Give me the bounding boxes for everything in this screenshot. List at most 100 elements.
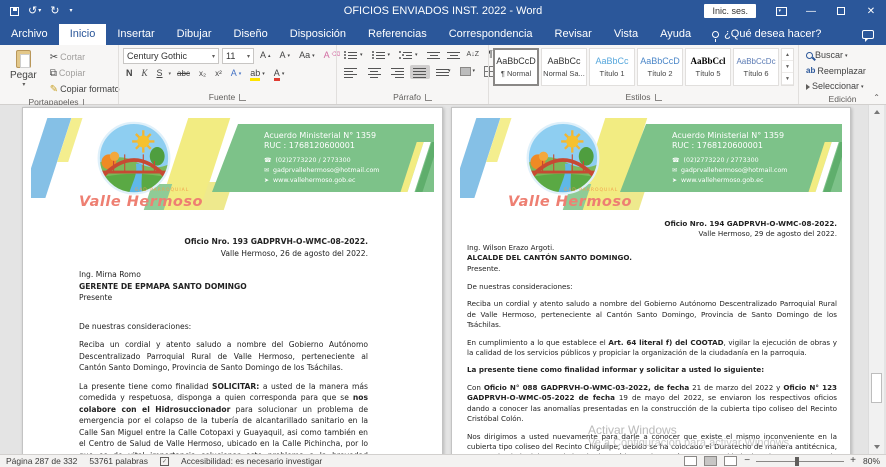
zoom-slider[interactable]: [756, 461, 844, 462]
paragraph[interactable]: La presente tiene como finalidad informa…: [467, 365, 837, 375]
format-painter-button[interactable]: ✎Copiar formato: [47, 82, 123, 97]
zoom-out-icon[interactable]: −: [744, 456, 750, 466]
tab-ayuda[interactable]: Ayuda: [649, 24, 702, 45]
tab-referencias[interactable]: Referencias: [357, 24, 438, 45]
italic-button[interactable]: K: [139, 67, 151, 81]
decrease-indent-icon[interactable]: [424, 49, 441, 60]
styles-scroll-down-icon[interactable]: ▼: [782, 61, 793, 73]
font-size-combobox[interactable]: 11▾: [222, 48, 254, 64]
word-count[interactable]: 53761 palabras: [89, 456, 148, 466]
style-titulo-5[interactable]: AaBbCcl Título 5: [685, 48, 731, 86]
tab-archivo[interactable]: Archivo: [0, 24, 59, 45]
select-button[interactable]: Seleccionar▾: [803, 80, 869, 94]
tell-me-box[interactable]: ¿Qué desea hacer?: [702, 24, 831, 45]
font-color-icon[interactable]: A▾: [271, 68, 288, 80]
highlight-color-icon[interactable]: ab▾: [247, 68, 268, 80]
redo-icon[interactable]: ↻: [50, 6, 59, 17]
align-left-icon[interactable]: [341, 65, 361, 79]
align-center-icon[interactable]: [364, 65, 384, 79]
styles-scroll-up-icon[interactable]: ▲: [782, 49, 793, 61]
find-button[interactable]: Buscar▾: [803, 49, 869, 63]
scroll-down-icon[interactable]: [869, 440, 885, 454]
superscript-icon[interactable]: x²: [212, 68, 225, 80]
multilevel-list-icon[interactable]: ▾: [396, 49, 421, 60]
zoom-slider-thumb[interactable]: [795, 457, 799, 466]
underline-button[interactable]: S: [154, 67, 166, 81]
oficio-header[interactable]: Oficio Nro. 194 GADPRVH-O-WMC-08-2022. V…: [467, 219, 837, 240]
paragraph-dialog-launcher-icon[interactable]: [425, 94, 432, 101]
text-effects-icon[interactable]: A▾: [228, 67, 245, 81]
style-titulo-2[interactable]: AaBbCcD Título 2: [637, 48, 683, 86]
tab-disposicion[interactable]: Disposición: [279, 24, 357, 45]
scrollbar-thumb[interactable]: [871, 373, 882, 403]
tab-vista[interactable]: Vista: [603, 24, 649, 45]
font-dialog-launcher-icon[interactable]: [239, 94, 246, 101]
sort-icon[interactable]: A↓Z: [464, 49, 482, 60]
collapse-ribbon-icon[interactable]: ⌃: [873, 93, 880, 102]
style-titulo-1[interactable]: AaBbCc Título 1: [589, 48, 635, 86]
recipient-block[interactable]: Ing. Wilson Erazo Argoti. ALCALDE DEL CA…: [467, 243, 837, 274]
styles-more-icon[interactable]: ▼: [782, 73, 793, 85]
style-normal[interactable]: AaBbCcD ¶ Normal: [493, 48, 539, 86]
style-normal-sa[interactable]: AaBbCc Normal Sa...: [541, 48, 587, 86]
recipient-block[interactable]: Ing. Mirna Romo GERENTE DE EPMAPA SANTO …: [79, 269, 368, 304]
read-mode-icon[interactable]: [684, 456, 697, 466]
increase-indent-icon[interactable]: [444, 49, 461, 60]
shading-icon[interactable]: ▾: [457, 66, 479, 77]
paste-button[interactable]: Pegar▾: [4, 48, 43, 90]
grow-font-icon[interactable]: A▴: [257, 49, 274, 63]
ribbon-display-options-icon[interactable]: [766, 0, 796, 22]
document-page-1[interactable]: GAD PARROQUIAL Valle Hermoso Acuerdo Min…: [22, 107, 443, 454]
proofing-errors-icon[interactable]: ✓: [160, 457, 169, 466]
tab-diseno[interactable]: Diseño: [223, 24, 279, 45]
bullets-icon[interactable]: ▾: [341, 49, 366, 60]
accessibility-status[interactable]: Accesibilidad: es necesario investigar: [181, 456, 322, 466]
replace-button[interactable]: abReemplazar: [803, 65, 869, 79]
zoom-level[interactable]: 80%: [863, 456, 880, 466]
paragraph[interactable]: En cumplimiento a lo que establece el Ar…: [467, 338, 837, 359]
scroll-up-icon[interactable]: [869, 105, 885, 119]
save-icon[interactable]: [10, 7, 19, 16]
tab-insertar[interactable]: Insertar: [106, 24, 165, 45]
letterhead[interactable]: GAD PARROQUIAL Valle Hermoso Acuerdo Min…: [31, 118, 434, 210]
customize-qat-icon[interactable]: ▾: [68, 8, 72, 14]
paragraph[interactable]: Nos dirigimos a usted nuevamente para da…: [467, 432, 837, 455]
align-right-icon[interactable]: [387, 65, 407, 79]
tab-inicio[interactable]: Inicio: [59, 24, 107, 45]
paragraph[interactable]: Reciba un cordial y atento saludo a nomb…: [79, 339, 368, 374]
letterhead[interactable]: GAD PARROQUIAL Valle Hermoso Acuerdo Min…: [460, 118, 842, 210]
vertical-scrollbar[interactable]: [868, 105, 884, 454]
tab-correspondencia[interactable]: Correspondencia: [438, 24, 544, 45]
tab-dibujar[interactable]: Dibujar: [166, 24, 223, 45]
close-button[interactable]: ✕: [856, 0, 886, 22]
print-layout-icon[interactable]: [704, 456, 717, 466]
paragraph[interactable]: La presente tiene como finalidad SOLICIT…: [79, 381, 368, 455]
justify-icon[interactable]: [410, 65, 430, 79]
zoom-in-icon[interactable]: +: [850, 456, 856, 466]
strikethrough-icon[interactable]: abc: [174, 68, 193, 80]
document-page-2[interactable]: GAD PARROQUIAL Valle Hermoso Acuerdo Min…: [451, 107, 851, 454]
cut-button[interactable]: ✂Cortar: [47, 50, 123, 65]
copy-button[interactable]: ⧉Copiar: [47, 66, 123, 81]
oficio-header[interactable]: Oficio Nro. 193 GADPRVH-O-WMC-08-2022. V…: [79, 236, 368, 259]
sign-in-button[interactable]: Inic. ses.: [704, 4, 756, 18]
web-layout-icon[interactable]: [724, 456, 737, 466]
minimize-button[interactable]: —: [796, 0, 826, 22]
style-titulo-6[interactable]: AaBbCcDc Título 6: [733, 48, 779, 86]
maximize-button[interactable]: [826, 0, 856, 22]
tab-revisar[interactable]: Revisar: [544, 24, 603, 45]
shrink-font-icon[interactable]: A▾: [277, 49, 294, 63]
subscript-icon[interactable]: x₂: [196, 68, 209, 80]
styles-dialog-launcher-icon[interactable]: [655, 94, 662, 101]
paragraph[interactable]: Con Oficio N° 088 GADPRVH-O-WMC-03-2022,…: [467, 383, 837, 425]
numbering-icon[interactable]: ▾: [369, 49, 394, 60]
page-indicator[interactable]: Página 287 de 332: [6, 456, 77, 466]
line-spacing-icon[interactable]: ▾: [433, 66, 454, 77]
paragraph[interactable]: Reciba un cordial y atento saludo a nomb…: [467, 299, 837, 330]
change-case-icon[interactable]: Aa▾: [296, 49, 318, 63]
salutation[interactable]: De nuestras consideraciones:: [467, 282, 837, 292]
bold-button[interactable]: N: [123, 67, 136, 81]
undo-icon[interactable]: ↺▾: [28, 6, 41, 17]
salutation[interactable]: De nuestras consideraciones:: [79, 321, 368, 333]
comments-icon[interactable]: [862, 30, 874, 39]
